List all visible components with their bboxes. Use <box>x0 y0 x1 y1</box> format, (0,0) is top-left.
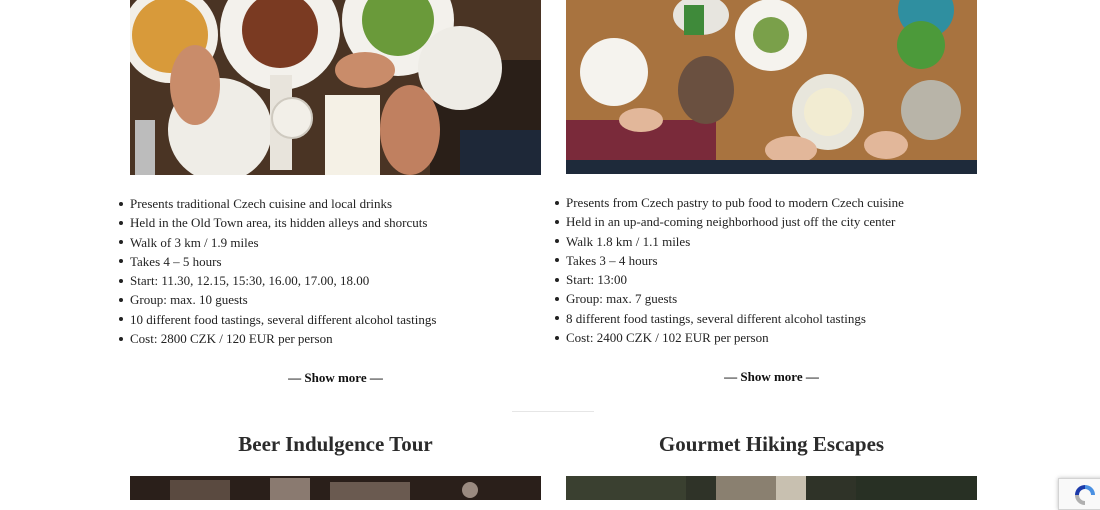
show-more-link[interactable]: — Show more — <box>130 370 541 386</box>
list-item: Takes 4 – 5 hours <box>118 252 436 271</box>
tour-card-right: Presents from Czech pastry to pub food t… <box>555 0 977 500</box>
list-item: Held in the Old Town area, its hidden al… <box>118 213 436 232</box>
list-item: Cost: 2400 CZK / 102 EUR per person <box>555 328 904 347</box>
tour-title[interactable]: Gourmet Hiking Escapes <box>566 432 977 457</box>
list-item: Walk 1.8 km / 1.1 miles <box>555 232 904 251</box>
tour-photo <box>566 0 977 174</box>
list-item: Start: 11.30, 12.15, 15:30, 16.00, 17.00… <box>118 271 436 290</box>
list-item: Takes 3 – 4 hours <box>555 251 904 270</box>
list-item: Group: max. 7 guests <box>555 289 904 308</box>
recaptcha-badge[interactable] <box>1058 478 1100 510</box>
list-item: Held in an up-and-coming neighborhood ju… <box>555 212 904 231</box>
tour-title[interactable]: Beer Indulgence Tour <box>130 432 541 457</box>
list-item: Start: 13:00 <box>555 270 904 289</box>
tour-details-list: Presents traditional Czech cuisine and l… <box>118 194 436 348</box>
tour-photo <box>130 476 541 500</box>
tour-photo <box>566 476 977 500</box>
tour-card-left: Presents traditional Czech cuisine and l… <box>118 0 541 500</box>
show-more-link[interactable]: — Show more — <box>566 369 977 385</box>
tour-photo <box>130 0 541 175</box>
list-item: Presents traditional Czech cuisine and l… <box>118 194 436 213</box>
list-item: Cost: 2800 CZK / 120 EUR per person <box>118 329 436 348</box>
list-item: 8 different food tastings, several diffe… <box>555 309 904 328</box>
section-divider <box>512 411 594 412</box>
list-item: Group: max. 10 guests <box>118 290 436 309</box>
list-item: Walk of 3 km / 1.9 miles <box>118 233 436 252</box>
list-item: Presents from Czech pastry to pub food t… <box>555 193 904 212</box>
recaptcha-icon <box>1075 485 1095 505</box>
tour-details-list: Presents from Czech pastry to pub food t… <box>555 193 904 347</box>
list-item: 10 different food tastings, several diff… <box>118 310 436 329</box>
